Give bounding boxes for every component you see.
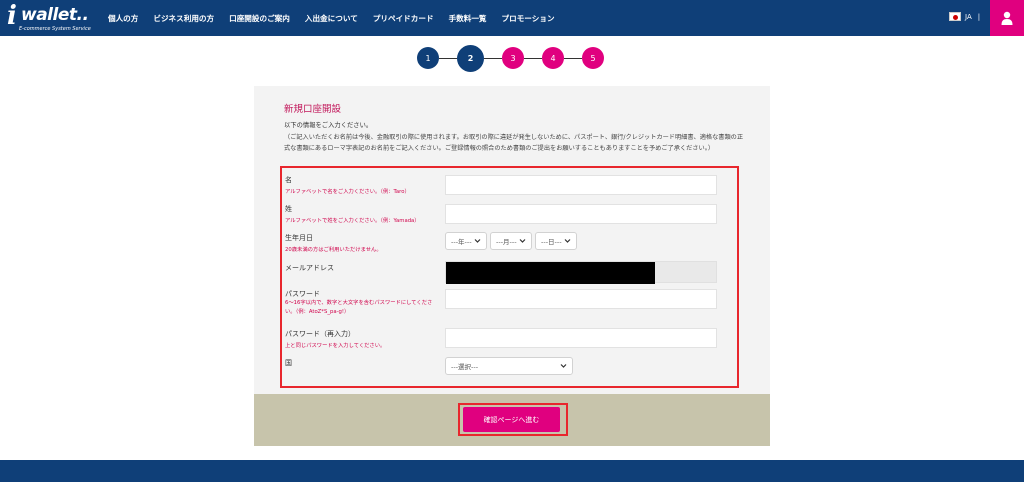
language-code: JA [965,12,972,21]
country-select[interactable]: ---選択--- [445,357,573,375]
last-name-hint: アルファベットで姓をご入力ください。（例：Yamada） [285,218,420,224]
email-redacted-value [446,262,655,284]
birth-year-value: ---年--- [451,238,472,246]
password-label: パスワード [285,290,320,298]
step-4: 4 [542,47,564,69]
main-nav: 個人の方 ビジネス利用の方 口座開設のご案内 入出金について プリペイドカード … [108,0,570,36]
birthdate-hint: 20歳未満の方はご利用いただけません。 [285,247,382,253]
birth-month-value: ---月--- [496,238,517,246]
iwallet-logo[interactable]: i wallet.. E-commerce System Service [7,3,93,33]
country-label: 国 [285,359,292,367]
step-1: 1 [417,47,439,69]
form-subtitle: 以下の情報をご入力ください。 [284,122,373,129]
site-footer [0,460,1024,482]
logo-word: wallet.. [21,5,89,25]
birth-day-select[interactable]: ---日--- [535,232,577,250]
stepper-connector [439,58,457,59]
progress-stepper: 1 2 3 4 5 [417,45,607,72]
form-title: 新規口座開設 [284,104,342,115]
language-switcher[interactable]: JA | [949,12,980,21]
chevron-down-icon [560,364,567,368]
user-icon [1001,11,1013,25]
password-confirm-label: パスワード（再入力） [285,330,355,338]
first-name-label: 名 [285,176,292,184]
country-select-value: ---選択--- [451,363,479,371]
email-input[interactable] [445,261,717,284]
confirm-page-button[interactable]: 確認ページへ進む [463,407,560,432]
step-5: 5 [582,47,604,69]
logo-tagline: E-commerce System Service [19,26,91,32]
nav-prepaid-card[interactable]: プリペイドカード [373,13,434,24]
last-name-input[interactable] [445,204,717,224]
step-2-current: 2 [457,45,484,72]
birth-month-select[interactable]: ---月--- [490,232,532,250]
first-name-input[interactable] [445,175,717,195]
stepper-connector [524,58,542,59]
nav-promotion[interactable]: プロモーション [502,13,555,24]
chevron-down-icon [474,239,481,243]
password-input[interactable] [445,289,717,309]
birthdate-label: 生年月日 [285,234,313,242]
stepper-connector [564,58,582,59]
chevron-down-icon [519,239,526,243]
password-confirm-hint: 上と同じパスワードを入力してください。 [285,343,386,349]
form-note: （ご記入いただくお名前は今後、金融取引の際に使用されます。お取引の際に違延が発生… [284,134,744,152]
email-label: メールアドレス [285,264,334,272]
nav-deposit-withdrawal[interactable]: 入出金について [305,13,358,24]
japan-flag-icon [949,12,961,21]
chevron-down-icon [564,239,571,243]
stepper-connector [484,58,502,59]
nav-individual[interactable]: 個人の方 [108,13,138,24]
nav-business[interactable]: ビジネス利用の方 [153,13,214,24]
birth-day-value: ---日--- [541,238,562,246]
nav-fees[interactable]: 手数料一覧 [449,13,487,24]
step-3: 3 [502,47,524,69]
password-hint: 6～16字以内で、数字と大文字を含むパスワードにしてください。（例：AtoZ*S… [285,300,433,315]
nav-account-guide[interactable]: 口座開設のご案内 [229,13,290,24]
first-name-hint: アルファベットで名をご入力ください。（例：Taro） [285,189,410,195]
birth-year-select[interactable]: ---年--- [445,232,487,250]
password-confirm-input[interactable] [445,328,717,348]
last-name-label: 姓 [285,205,292,213]
site-header: i wallet.. E-commerce System Service 個人の… [0,0,1024,36]
language-separator: | [977,12,981,21]
logo-mark: i [7,1,17,31]
user-account-button[interactable] [990,0,1024,36]
